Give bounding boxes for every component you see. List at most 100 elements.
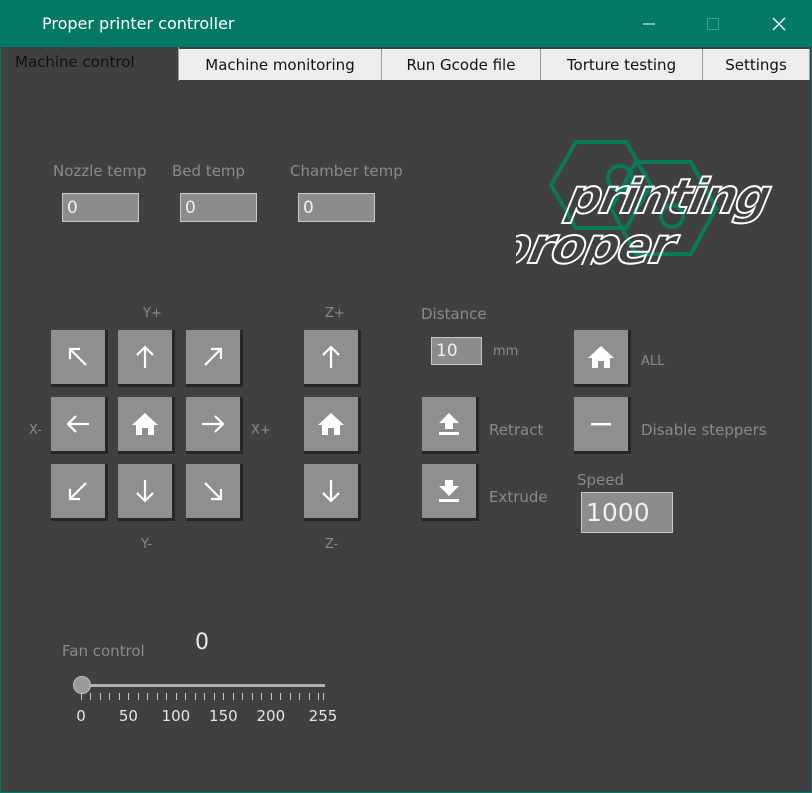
z-plus-label: Z+ xyxy=(325,306,345,321)
jog-z-plus-button[interactable] xyxy=(304,330,361,387)
jog-z-minus-button[interactable] xyxy=(304,464,361,521)
slider-tick xyxy=(156,693,158,700)
speed-label: Speed xyxy=(577,471,625,489)
nozzle-temp-field[interactable]: 0 xyxy=(62,193,139,222)
retract-button[interactable] xyxy=(422,397,479,454)
close-button[interactable] xyxy=(756,0,802,47)
jog-down-right-button[interactable] xyxy=(186,464,243,521)
slider-tick-label: 150 xyxy=(209,707,238,725)
slider-tick xyxy=(81,693,82,700)
slider-tick-label: 100 xyxy=(161,707,191,725)
minimize-icon xyxy=(643,23,655,24)
jog-down-left-button[interactable] xyxy=(51,464,108,521)
y-plus-label: Y+ xyxy=(143,306,162,321)
tab-machine-control[interactable]: Machine control xyxy=(1,47,179,81)
extrude-label: Extrude xyxy=(489,488,548,506)
arrow-left-icon xyxy=(66,415,89,433)
home-icon xyxy=(132,413,158,435)
arrow-up-icon xyxy=(322,345,340,368)
tab-torture-testing[interactable]: Torture testing xyxy=(541,49,703,80)
slider-tick xyxy=(99,693,101,700)
arrow-right-icon xyxy=(202,415,225,433)
slider-tick xyxy=(223,693,225,700)
slider-tick xyxy=(118,693,120,700)
distance-field[interactable]: 10 xyxy=(431,337,482,365)
slider-tick xyxy=(308,693,310,700)
tab-run-gcode-file[interactable]: Run Gcode file xyxy=(382,49,541,80)
slider-tick xyxy=(175,693,177,700)
slider-tick-label: 0 xyxy=(76,707,86,725)
distance-label: Distance xyxy=(421,305,487,323)
slider-tick xyxy=(318,693,320,700)
arrow-down-left-icon xyxy=(68,482,87,501)
jog-up-left-button[interactable] xyxy=(51,330,108,387)
slider-tick xyxy=(185,693,187,700)
upload-icon xyxy=(439,413,459,435)
extrude-button[interactable] xyxy=(422,464,479,521)
slider-tick xyxy=(299,693,301,700)
home-all-button[interactable] xyxy=(574,330,631,387)
fan-value-readout: 0 xyxy=(195,630,209,655)
arrow-down-right-icon xyxy=(204,482,223,501)
slider-tick xyxy=(166,693,168,700)
arrow-up-right-icon xyxy=(204,347,223,366)
chamber-temp-label: Chamber temp xyxy=(290,162,403,180)
tab-settings[interactable]: Settings xyxy=(703,49,810,80)
slider-tick xyxy=(109,693,111,700)
slider-tick xyxy=(270,693,272,700)
retract-label: Retract xyxy=(489,421,544,439)
y-minus-label: Y- xyxy=(141,537,153,552)
nozzle-temp-label: Nozzle temp xyxy=(53,162,147,180)
arrow-down-icon xyxy=(322,480,340,503)
x-plus-label: X+ xyxy=(251,423,271,438)
minimize-button[interactable] xyxy=(626,0,672,47)
home-z-button[interactable] xyxy=(304,397,361,454)
distance-unit-label: mm xyxy=(493,344,519,359)
home-icon xyxy=(318,413,344,435)
disable-steppers-button[interactable] xyxy=(574,397,631,454)
slider-tick xyxy=(261,693,263,700)
tab-machine-monitoring[interactable]: Machine monitoring xyxy=(179,49,382,80)
maximize-icon xyxy=(707,17,719,30)
minus-icon xyxy=(591,423,611,426)
home-xy-button[interactable] xyxy=(118,397,175,454)
slider-tick xyxy=(323,693,324,700)
slider-tick xyxy=(289,693,291,700)
arrow-up-left-icon xyxy=(68,347,87,366)
arrow-down-icon xyxy=(136,480,154,503)
logo-text-proper: proper xyxy=(516,217,684,265)
close-icon xyxy=(772,17,786,30)
x-minus-label: X- xyxy=(29,423,42,438)
slider-tick-label: 50 xyxy=(118,707,138,725)
slider-tick xyxy=(242,693,244,700)
home-icon xyxy=(588,346,614,368)
speed-field[interactable]: 1000 xyxy=(581,492,673,533)
bed-temp-label: Bed temp xyxy=(172,162,246,180)
disable-steppers-label: Disable steppers xyxy=(641,421,767,439)
jog-x-plus-button[interactable] xyxy=(186,397,243,454)
slider-tick xyxy=(147,693,149,700)
home-all-label: ALL xyxy=(641,354,665,369)
slider-tick xyxy=(128,693,130,700)
slider-tick xyxy=(232,693,234,700)
jog-y-plus-button[interactable] xyxy=(118,330,175,387)
window-title: Proper printer controller xyxy=(42,14,235,33)
fan-slider-track[interactable] xyxy=(81,684,325,687)
proper-printing-logo: printing proper xyxy=(516,140,777,265)
slider-tick xyxy=(137,693,139,700)
download-icon xyxy=(439,480,459,502)
fan-slider-thumb[interactable] xyxy=(73,676,91,694)
jog-x-minus-button[interactable] xyxy=(51,397,108,454)
fan-control-label: Fan control xyxy=(62,642,145,660)
slider-tick xyxy=(194,693,196,700)
app-window: Proper printer controller Machine contro… xyxy=(0,0,812,793)
jog-up-right-button[interactable] xyxy=(186,330,243,387)
jog-y-minus-button[interactable] xyxy=(118,464,175,521)
bed-temp-field[interactable]: 0 xyxy=(180,193,257,222)
arrow-up-icon xyxy=(136,345,154,368)
slider-tick xyxy=(280,693,282,700)
slider-tick xyxy=(251,693,253,700)
slider-tick xyxy=(90,693,92,700)
chamber-temp-field[interactable]: 0 xyxy=(298,193,375,222)
maximize-button[interactable] xyxy=(690,0,736,47)
